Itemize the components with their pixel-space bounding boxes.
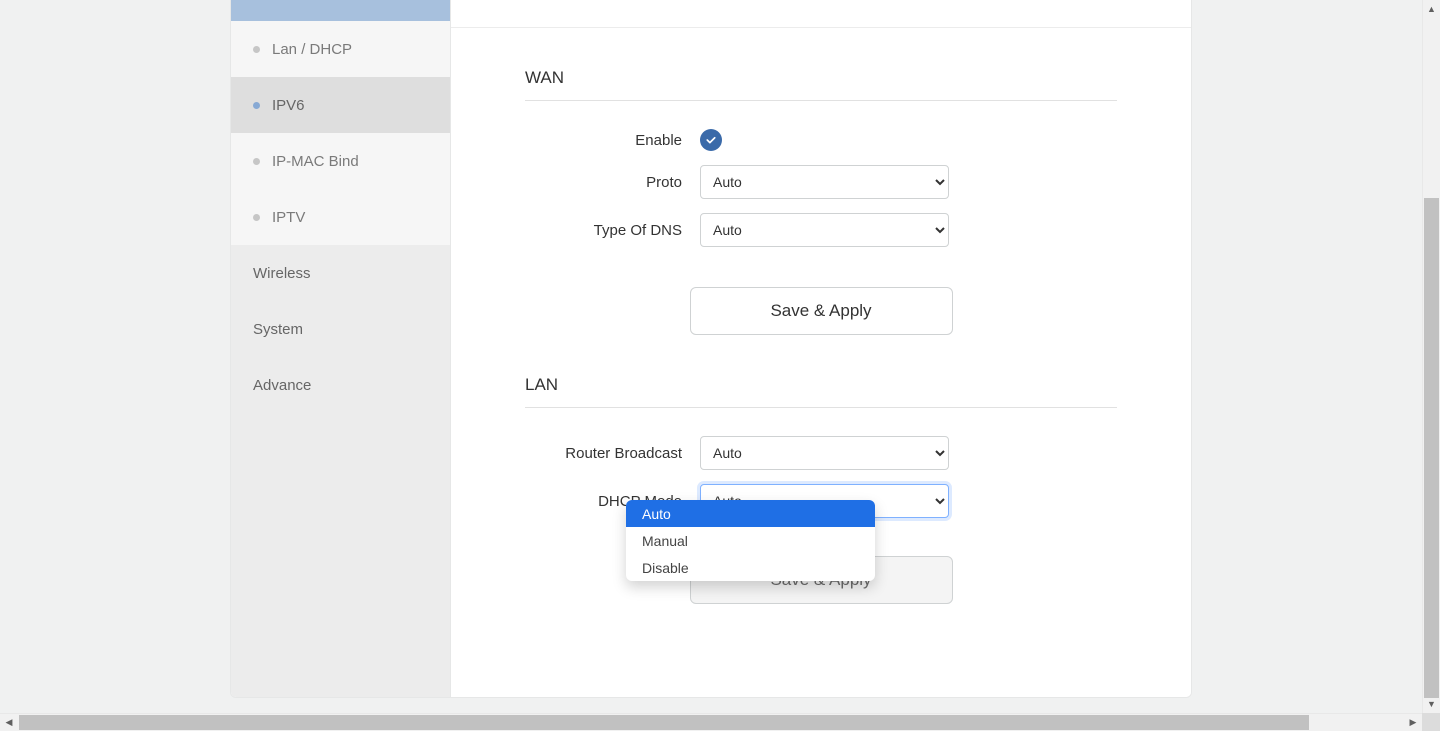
bullet-icon: [253, 158, 260, 165]
dhcp-mode-option-auto[interactable]: Auto: [626, 500, 875, 527]
proto-select[interactable]: Auto: [700, 165, 949, 199]
bullet-icon: [253, 102, 260, 109]
wan-button-row: Save & Apply: [525, 287, 1117, 335]
sidebar-item-label: IPV6: [272, 97, 305, 114]
sidebar-item-ipv6[interactable]: IPV6: [231, 77, 450, 133]
dhcp-mode-option-manual[interactable]: Manual: [626, 527, 875, 554]
scroll-corner: [1422, 713, 1440, 731]
scroll-right-icon[interactable]: ▶: [1404, 714, 1422, 731]
sidebar-item-label: Advance: [253, 377, 311, 394]
sidebar-item-wireless[interactable]: Wireless: [231, 245, 450, 301]
outer-frame: Lan / DHCP IPV6 IP-MAC Bind IPTV Wireles…: [0, 0, 1440, 731]
dhcp-mode-dropdown[interactable]: Auto Manual Disable: [626, 500, 875, 581]
check-icon: [705, 134, 717, 146]
lan-section: LAN Router Broadcast Auto DHCP Mode: [451, 365, 1191, 634]
lan-section-title: LAN: [525, 375, 1117, 408]
wan-section-title: WAN: [525, 68, 1117, 101]
row-dns: Type Of DNS Auto: [525, 213, 1117, 247]
dns-select[interactable]: Auto: [700, 213, 949, 247]
router-broadcast-select[interactable]: Auto: [700, 436, 949, 470]
settings-panel: Lan / DHCP IPV6 IP-MAC Bind IPTV Wireles…: [230, 0, 1192, 698]
sidebar: Lan / DHCP IPV6 IP-MAC Bind IPTV Wireles…: [231, 0, 451, 697]
row-enable: Enable: [525, 129, 1117, 151]
dhcp-mode-option-disable[interactable]: Disable: [626, 554, 875, 581]
vertical-scrollbar[interactable]: ▲ ▼: [1422, 0, 1440, 713]
sidebar-item-iptv[interactable]: IPTV: [231, 189, 450, 245]
scroll-left-icon[interactable]: ◀: [0, 714, 18, 731]
sidebar-item-advance[interactable]: Advance: [231, 357, 450, 413]
router-broadcast-label: Router Broadcast: [525, 445, 700, 462]
row-router-broadcast: Router Broadcast Auto: [525, 436, 1117, 470]
sidebar-item-label: System: [253, 321, 303, 338]
vertical-scrollbar-thumb[interactable]: [1424, 198, 1439, 698]
wan-section: WAN Enable Proto: [451, 28, 1191, 365]
sidebar-item-label: IPTV: [272, 209, 305, 226]
sidebar-item-ip-mac-bind[interactable]: IP-MAC Bind: [231, 133, 450, 189]
scroll-up-icon[interactable]: ▲: [1423, 0, 1440, 18]
sidebar-item-system[interactable]: System: [231, 301, 450, 357]
enable-toggle[interactable]: [700, 129, 722, 151]
bullet-icon: [253, 46, 260, 53]
content-area: WAN Enable Proto: [451, 0, 1191, 697]
dns-label: Type Of DNS: [525, 222, 700, 239]
sidebar-item-label: Lan / DHCP: [272, 41, 352, 58]
bullet-icon: [253, 214, 260, 221]
sidebar-item-label: Wireless: [253, 265, 311, 282]
wan-save-apply-button[interactable]: Save & Apply: [690, 287, 953, 335]
vertical-scrollbar-track[interactable]: [1423, 18, 1440, 695]
horizontal-scrollbar-thumb[interactable]: [19, 715, 1309, 730]
sidebar-item-label: IP-MAC Bind: [272, 153, 359, 170]
sidebar-active-category-strip[interactable]: [231, 0, 450, 21]
enable-label: Enable: [525, 132, 700, 149]
horizontal-scrollbar-track[interactable]: [18, 714, 1404, 731]
row-proto: Proto Auto: [525, 165, 1117, 199]
proto-label: Proto: [525, 174, 700, 191]
app-area: Lan / DHCP IPV6 IP-MAC Bind IPTV Wireles…: [0, 0, 1422, 713]
sidebar-item-lan-dhcp[interactable]: Lan / DHCP: [231, 21, 450, 77]
horizontal-scrollbar[interactable]: ◀ ▶: [0, 713, 1422, 731]
